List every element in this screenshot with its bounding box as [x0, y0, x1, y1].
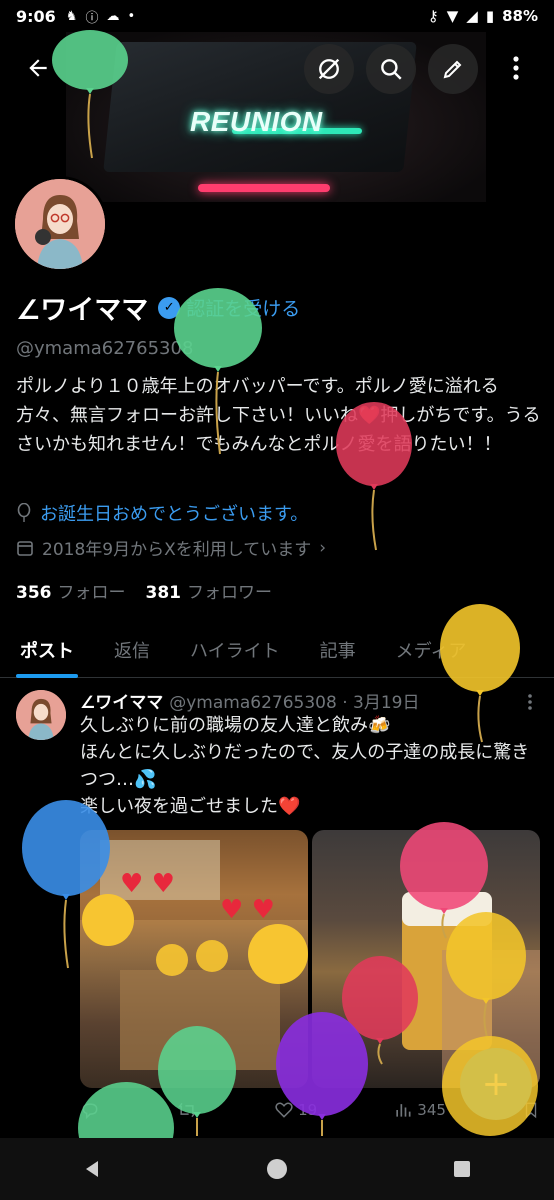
profile-name: ∠ワイママ [16, 295, 149, 326]
joined-row: 2018年9月からXを利用しています › [16, 535, 326, 560]
pencil-icon [443, 60, 462, 79]
back-button[interactable] [20, 50, 56, 86]
nav-home-button[interactable] [257, 1149, 297, 1189]
tab-highlights[interactable]: ハイライト [170, 622, 300, 678]
post-line-3: 楽しい夜を過ごせました [80, 796, 278, 817]
chevron-right-icon[interactable]: › [319, 538, 326, 558]
signal-icon: ◢ [466, 7, 478, 25]
tab-posts[interactable]: ポスト [0, 622, 94, 678]
bio-heart: ❤️ [358, 405, 381, 426]
followers-count: 381 [145, 583, 182, 603]
joined-text: 2018年9月からXを利用しています [42, 540, 312, 560]
heart-icon [275, 1102, 293, 1118]
nav-back-button[interactable] [72, 1149, 112, 1189]
calendar-icon [17, 540, 33, 556]
verify-label: 認証を受ける [186, 298, 301, 320]
post-heart: ❤️ [278, 796, 301, 817]
post-image-1[interactable]: ♥ ♥ ♥ ♥ [80, 830, 308, 1088]
avatar-illustration [15, 179, 105, 269]
neon-line-bottom [198, 184, 330, 192]
repost-button[interactable] [176, 1100, 198, 1120]
following-link[interactable]: 356 フォロー [16, 578, 126, 603]
following-label: フォロー [57, 583, 126, 603]
status-time: 9:06 [16, 6, 56, 26]
profile-avatar[interactable] [12, 176, 108, 272]
balloon-icon [17, 503, 31, 522]
post-avatar[interactable] [16, 690, 66, 740]
circle-home-icon [266, 1159, 287, 1179]
dot-icon: • [127, 8, 136, 24]
back-arrow-icon [29, 59, 47, 77]
search-button[interactable] [366, 44, 416, 94]
key-icon: ⚷ [427, 7, 439, 25]
battery-level: 88% [502, 7, 538, 25]
tab-articles[interactable]: 記事 [300, 622, 376, 678]
profile-name-row: ∠ワイママ ✓ 認証を受ける [16, 288, 300, 327]
views-icon [396, 1104, 411, 1117]
banner-neon-text: REUNION [190, 106, 323, 137]
svg-text:♥ ♥: ♥ ♥ [220, 895, 275, 925]
post-line-2: ほんとに久しぶりだったので、友人の子達の成長に驚きつつ…💦 [80, 742, 530, 790]
birthday-text[interactable]: お誕生日おめでとうございます。 [40, 500, 308, 526]
post-text: 久しぶりに前の職場の友人達と飲み🍻 ほんとに久しぶりだったので、友人の子達の成長… [80, 712, 540, 820]
post-line-3-row: 楽しい夜を過ごせました❤️ [80, 793, 540, 820]
views-button[interactable]: 345 [393, 1100, 446, 1120]
verified-badge-icon: ✓ [158, 296, 181, 319]
profile-handle: @ymama62765308 [16, 338, 194, 359]
grok-button[interactable] [304, 44, 354, 94]
followers-label: フォロワー [187, 583, 272, 603]
search-icon [381, 59, 402, 80]
birthday-row: お誕生日おめでとうございます。 [16, 500, 308, 526]
verify-link[interactable]: ✓ 認証を受ける [158, 294, 300, 321]
reply-icon [82, 1103, 98, 1120]
notification-icons: ♞ ⓘ ☁ • [66, 7, 135, 26]
plus-icon: + [481, 1064, 511, 1104]
followers-link[interactable]: 381 フォロワー [146, 578, 273, 603]
profile-bio: ポルノより１０歳年上のオバッパーです。ポルノ愛に溢れる方々、無言フォローお許し下… [16, 372, 542, 459]
status-bar: 9:06 ♞ ⓘ ☁ • ⚷ ▼ ◢ ▮ 88% [0, 0, 554, 32]
square-recents-icon [453, 1161, 470, 1177]
vertical-dots-icon [513, 56, 519, 80]
views-count: 345 [417, 1101, 446, 1119]
triangle-back-icon [86, 1161, 99, 1177]
post-header: ∠ワイママ @ymama62765308 · 3月19日 [80, 688, 419, 713]
runner-icon: ♞ [65, 8, 78, 24]
repost-icon [178, 1102, 197, 1118]
wifi-icon: ▼ [446, 7, 459, 25]
vertical-dots-icon [528, 694, 532, 710]
like-button[interactable]: 19 [274, 1100, 317, 1120]
party-photo: ♥ ♥ ♥ ♥ [80, 830, 308, 1070]
tab-media[interactable]: メディア [376, 622, 487, 678]
post-author-name[interactable]: ∠ワイママ [80, 688, 163, 713]
post-author-handle-date: @ymama62765308 · 3月19日 [169, 693, 420, 713]
reply-button[interactable] [80, 1100, 100, 1120]
nav-recents-button[interactable] [442, 1149, 482, 1189]
avatar-illustration-small [16, 690, 66, 740]
cloud-icon: ☁ [106, 8, 120, 24]
tab-replies[interactable]: 返信 [94, 622, 170, 678]
profile-tabs: ポスト 返信 ハイライト 記事 メディア [0, 622, 554, 678]
edit-profile-button[interactable] [428, 44, 478, 94]
battery-icon: ▮ [485, 7, 495, 25]
system-navbar [0, 1138, 554, 1200]
like-count: 19 [298, 1101, 318, 1119]
status-right: ⚷ ▼ ◢ ▮ 88% [428, 7, 538, 25]
post-line-1: 久しぶりに前の職場の友人達と飲み🍻 [80, 715, 391, 736]
compose-button[interactable]: + [460, 1048, 532, 1120]
following-count: 356 [16, 583, 52, 603]
post-more-button[interactable] [520, 690, 540, 714]
grok-icon [318, 58, 340, 80]
svg-text:♥ ♥: ♥ ♥ [120, 869, 175, 899]
info-icon: ⓘ [85, 10, 99, 26]
more-options-button[interactable] [498, 48, 534, 88]
follow-stats: 356 フォロー 381 フォロワー [16, 578, 272, 603]
